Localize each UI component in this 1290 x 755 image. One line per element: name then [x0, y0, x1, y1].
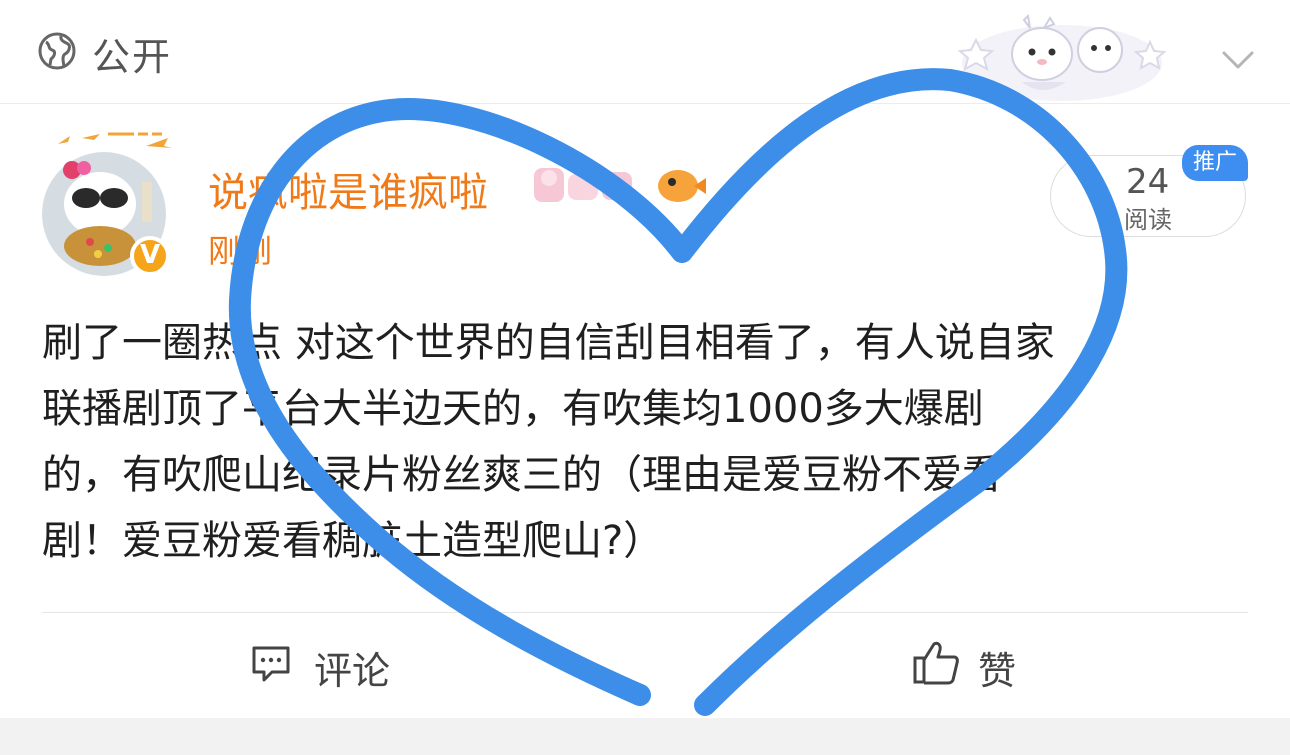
decorative-badges: [534, 168, 706, 202]
comment-icon[interactable]: [250, 644, 292, 684]
read-label: 阅读: [1124, 206, 1172, 234]
visibility-label: 公开: [92, 35, 173, 79]
verified-badge: V: [140, 240, 161, 270]
promote-badge[interactable]: 推广: [1182, 145, 1248, 181]
post-text-line: 联播剧顶了平台大半边天的，有吹集均1000多大爆剧: [42, 386, 984, 432]
comment-button[interactable]: 评论: [314, 640, 390, 695]
post-text-line: 的，有吹爬山纪录片粉丝爽三的（理由是爱豆粉不爱看: [42, 452, 1002, 498]
avatar[interactable]: V: [38, 126, 178, 276]
thumbs-up-icon[interactable]: [912, 640, 960, 686]
post-timestamp: 刚刚: [208, 232, 273, 270]
globe-icon: [38, 32, 76, 70]
post-text-line: 剧！爱豆粉爱看稠脏土造型爬山?）: [42, 518, 664, 564]
kitten-sticker: [957, 13, 1167, 101]
post-text-line: 刷了一圈热点 对这个世界的自信刮目相看了，有人说自家: [42, 320, 1055, 366]
chevron-down-icon[interactable]: [1218, 40, 1258, 80]
divider: [42, 612, 1248, 613]
read-count: 24: [1126, 162, 1170, 202]
feed-separator: [0, 718, 1290, 755]
like-button[interactable]: 赞: [978, 640, 1016, 695]
visibility-bar[interactable]: 公开: [0, 0, 1290, 104]
post-body: 刷了一圈热点 对这个世界的自信刮目相看了，有人说自家 联播剧顶了平台大半边天的，…: [42, 310, 1262, 574]
author-name[interactable]: 说疯啦是谁疯啦: [208, 160, 488, 218]
